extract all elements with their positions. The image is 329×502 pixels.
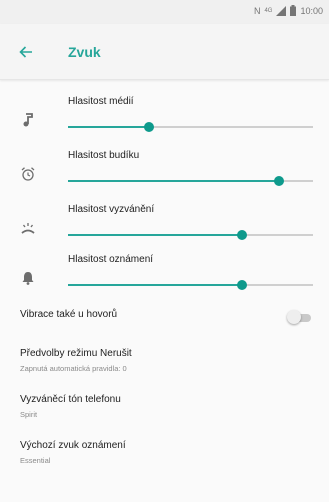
media-volume-slider[interactable] [68,120,313,134]
ringer-volume-slider[interactable] [68,228,313,242]
dnd-preferences-row[interactable]: Předvolby režimu Nerušit Zapnutá automat… [0,342,329,382]
notification-volume-row: Hlasitost oznámení [0,250,329,306]
media-volume-row: Hlasitost médií [0,92,329,148]
notification-sound-title: Výchozí zvuk oznámení [20,440,126,451]
slider-fill [68,234,242,236]
ringer-volume-row: Hlasitost vyzvánění [0,200,329,256]
status-icons: N 4G 10:00 [254,5,323,16]
music-note-icon [23,113,33,127]
alarm-volume-row: Hlasitost budíku [0,146,329,202]
network-type: 4G [264,7,273,14]
notification-volume-slider[interactable] [68,278,313,292]
ringtone-title: Vyzváněcí tón telefonu [20,394,121,405]
ringer-icon [21,223,35,234]
dnd-preferences-title: Předvolby režimu Nerušit [20,348,132,359]
slider-fill [68,126,149,128]
alarm-volume-slider[interactable] [68,174,313,188]
notification-sound-row[interactable]: Výchozí zvuk oznámení Essential [0,434,329,474]
ringtone-summary: Spirit [20,410,38,419]
battery-icon [290,5,297,16]
vibrate-toggle[interactable] [287,310,313,324]
ringer-volume-label: Hlasitost vyzvánění [68,204,155,215]
ringtone-row[interactable]: Vyzváněcí tón telefonu Spirit [0,388,329,428]
page-title: Zvuk [68,44,101,60]
status-time: 10:00 [300,5,323,16]
slider-thumb[interactable] [273,176,284,186]
slider-fill [68,284,242,286]
signal-icon [276,5,287,16]
alarm-volume-label: Hlasitost budíku [68,150,140,161]
back-button[interactable] [8,34,44,70]
notification-volume-label: Hlasitost oznámení [68,254,154,265]
vibrate-row[interactable]: Vibrace také u hovorů [0,300,329,334]
notification-sound-summary: Essential [20,456,51,465]
nfc-indicator: N [253,5,261,16]
slider-thumb[interactable] [143,122,154,132]
slider-thumb[interactable] [236,230,247,240]
status-bar: N 4G 10:00 [0,0,329,24]
vibrate-label: Vibrace také u hovorů [20,309,118,320]
media-volume-label: Hlasitost médií [68,96,134,107]
bell-icon [22,272,34,285]
toolbar: Zvuk [0,24,329,80]
slider-thumb[interactable] [236,280,247,290]
alarm-clock-icon [21,167,35,181]
dnd-preferences-summary: Zapnutá automatická pravidla: 0 [20,364,127,373]
slider-fill [68,180,279,182]
toggle-thumb [287,310,301,324]
arrow-back-icon [19,46,32,58]
